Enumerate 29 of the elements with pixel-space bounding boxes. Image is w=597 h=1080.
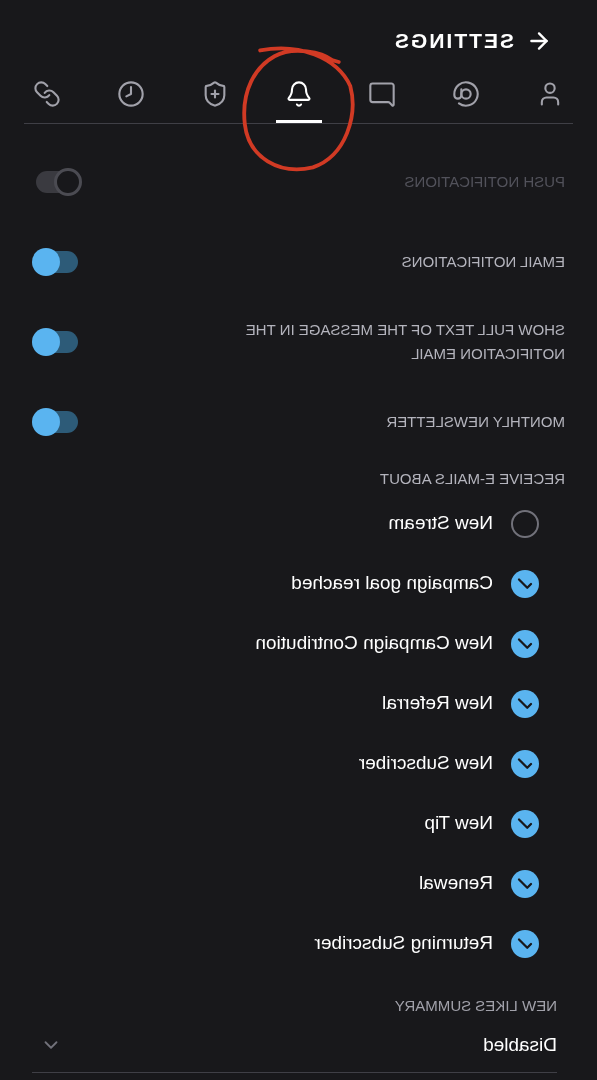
- checkbox[interactable]: [511, 809, 539, 838]
- setting-label: MONTHLY NEWSLETTER: [386, 412, 565, 432]
- checkbox[interactable]: [511, 689, 539, 718]
- message-icon: [368, 80, 397, 108]
- checkbox-label: Returning Subscriber: [314, 931, 493, 956]
- dropdown-label: NEW LIKES SUMMARY: [393, 995, 558, 1016]
- checkbox[interactable]: [511, 509, 539, 538]
- at-sign-icon: [452, 80, 481, 108]
- section-heading: RECEIVE E-MAILS ABOUT: [378, 469, 565, 489]
- checkbox[interactable]: [511, 629, 539, 658]
- link-icon: [33, 80, 62, 108]
- setting-label: EMAIL NOTIFICATIONS: [401, 252, 565, 272]
- checkbox-label: New Referral: [382, 691, 493, 716]
- checkbox-label: New Subscriber: [358, 751, 493, 776]
- bell-icon: [284, 80, 313, 108]
- checkbox-label: New Tip: [424, 811, 493, 836]
- checkbox[interactable]: [511, 569, 539, 598]
- setting-label: PUSH NOTIFICATIONS: [404, 172, 565, 192]
- dropdown[interactable]: Disabled: [32, 1031, 557, 1073]
- setting-label: SHOW FULL TEXT OF THE MESSAGE IN THE NOTIFICATION EMAIL: [244, 320, 565, 364]
- checkbox-label: Campaign goal reached: [291, 571, 493, 596]
- checkbox-label: New Stream: [388, 511, 493, 536]
- page-title: SETTINGS: [393, 28, 514, 55]
- checkbox[interactable]: [511, 749, 539, 778]
- checkbox[interactable]: [511, 869, 539, 898]
- checkbox[interactable]: [511, 929, 539, 958]
- clock-icon: [116, 80, 145, 108]
- checkbox-label: New Campaign Contribution: [255, 631, 493, 656]
- checkbox-label: Renewal: [419, 871, 493, 896]
